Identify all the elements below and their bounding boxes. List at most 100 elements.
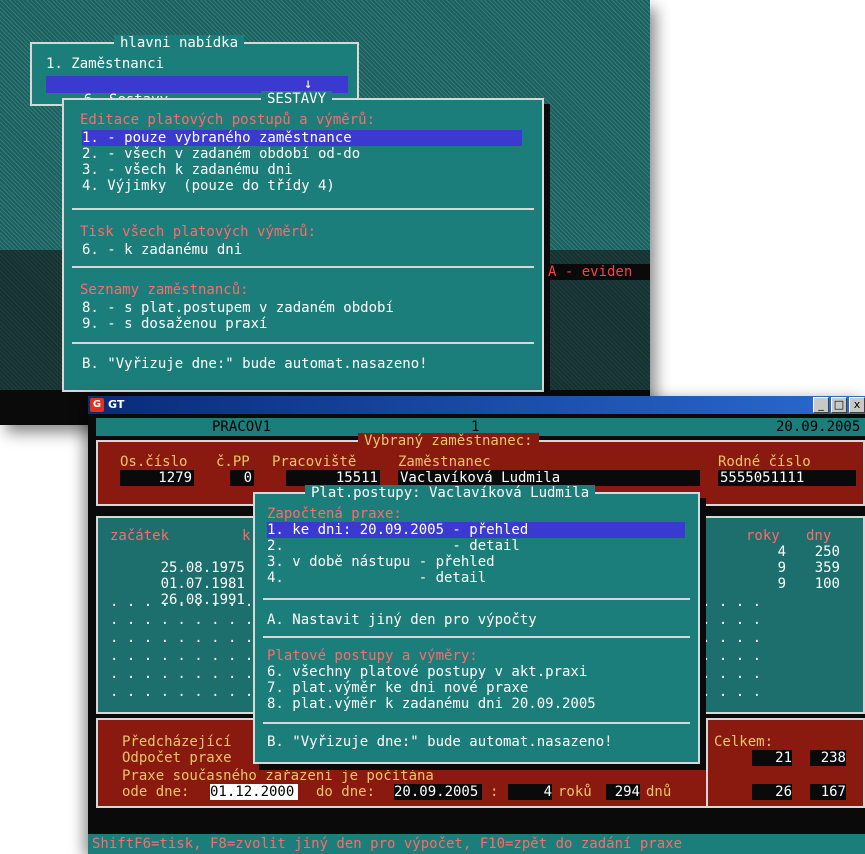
plat-postupy-popup: Plat.postupy: Vaclavíková Ludmila Započt… bbox=[253, 485, 700, 764]
label-ode-dne: ode dne: bbox=[122, 784, 190, 800]
window-controls: _ □ x bbox=[813, 397, 865, 413]
divider bbox=[706, 720, 708, 806]
row-dny: 359 bbox=[814, 560, 840, 576]
back-terminal-window: hlavni nabídka 1. Zaměstnanci 6. Sestavy… bbox=[0, 0, 650, 425]
popup-item-b[interactable]: B. "Vyřizuje dne:" bude automat.nasazeno… bbox=[267, 734, 613, 750]
popup-section-platove: Platové postupy a výměry: bbox=[267, 648, 478, 664]
menu-item-zamestnanci[interactable]: 1. Zaměstnanci bbox=[46, 56, 164, 72]
window-title: GT bbox=[108, 398, 125, 411]
col-header-dny: dny bbox=[806, 528, 832, 544]
app-logo-icon: G bbox=[90, 398, 104, 412]
empty-row-dots: . . . . . . . . . bbox=[110, 594, 254, 610]
field-dny[interactable]: 294 bbox=[606, 784, 640, 800]
sestavy-item-4[interactable]: 4. Výjimky (pouze do třídy 4) bbox=[82, 178, 335, 194]
sestavy-item-b[interactable]: B. "Vyřizuje dne:" bude automat.nasazeno… bbox=[82, 356, 428, 372]
sestavy-menu: SESTAVY Editace platových postupů a výmě… bbox=[62, 91, 544, 392]
empty-row-dots: . . . . . . . . . bbox=[110, 630, 254, 646]
empty-row-dots: . . . . . . . . . bbox=[110, 612, 254, 628]
minimize-button[interactable]: _ bbox=[813, 397, 829, 413]
col-header-k: k bbox=[242, 528, 251, 544]
section-heading-tisk: Tisk všech platových výměrů: bbox=[80, 224, 317, 240]
popup-item-3[interactable]: 3. v době nástupu - přehled bbox=[267, 554, 495, 570]
section-heading-seznamy: Seznamy zaměstnanců: bbox=[80, 282, 249, 298]
label-predchazejici: Předcházející bbox=[122, 734, 232, 750]
field-rodne-cislo[interactable]: 5555051111 bbox=[718, 470, 856, 486]
empty-row-dots: . . . . bbox=[702, 612, 762, 628]
label-odpocet: Odpočet praxe bbox=[122, 750, 232, 766]
divider bbox=[72, 208, 534, 210]
popup-section-zapoctena: Započtená praxe: bbox=[267, 506, 402, 522]
divider bbox=[263, 722, 690, 724]
field-zamestnanec[interactable]: Vaclavíková Ludmila bbox=[398, 470, 700, 486]
label-do-dne: do dne: bbox=[316, 784, 376, 800]
label-rodne-cislo: Rodné číslo bbox=[718, 454, 811, 470]
separator-colon: : bbox=[490, 784, 499, 800]
popup-title: Plat.postupy: Vaclavíková Ludmila bbox=[305, 485, 596, 501]
section-heading-editace: Editace platových postupů a výměrů: bbox=[80, 112, 376, 128]
gt-window: G GT _ □ x PRACOV1 1 20.09.2005 Vybraný … bbox=[88, 396, 865, 854]
sestavy-title: SESTAVY bbox=[261, 91, 333, 107]
col-header-zacatek: začátek bbox=[110, 528, 170, 544]
label-cislo-pp: č.PP bbox=[216, 454, 250, 470]
close-button[interactable]: x bbox=[849, 397, 865, 413]
divider bbox=[72, 342, 534, 344]
divider bbox=[263, 598, 690, 600]
sestavy-item-8[interactable]: 8. - s plat.postupem v zadaném období bbox=[82, 300, 394, 316]
side-label-evidence: A - eviden bbox=[548, 264, 650, 280]
label-praxe-soucasneho: Praxe současného zařazení je počítána bbox=[122, 768, 434, 784]
empty-row-dots: . . . . . . . . . bbox=[110, 666, 254, 682]
field-cislo-pp[interactable]: 0 bbox=[230, 470, 254, 486]
popup-item-8[interactable]: 8. plat.výměr k zadanému dni 20.09.2005 bbox=[267, 696, 596, 712]
popup-item-6[interactable]: 6. všechny platové postupy v akt.praxi bbox=[267, 664, 587, 680]
divider bbox=[263, 636, 690, 638]
row-dny: 100 bbox=[814, 576, 840, 592]
window-titlebar[interactable]: G GT _ □ x bbox=[88, 396, 865, 414]
col-header-roky: roky bbox=[746, 528, 780, 544]
sestavy-item-2[interactable]: 2. - všech v zadaném období od-do bbox=[82, 146, 360, 162]
row-roky: 4 bbox=[777, 544, 786, 560]
empty-row-dots: . . . . . . . . . bbox=[110, 684, 254, 700]
label-dnu: dnů bbox=[646, 784, 672, 800]
arrow-down-icon: ↓ bbox=[304, 76, 313, 92]
label-zamestnanec: Zaměstnanec bbox=[398, 454, 491, 470]
total-roky-1: 21 bbox=[752, 750, 792, 766]
popup-item-7[interactable]: 7. plat.výměr ke dni nové praxe bbox=[267, 680, 528, 696]
status-hotkeys: ShiftF6=tisk, F8=zvolit jiný den pro výp… bbox=[92, 836, 683, 852]
current-date: 20.09.2005 bbox=[776, 419, 861, 435]
sestavy-item-6[interactable]: 6. - k zadanému dni bbox=[82, 242, 242, 258]
field-do-dne[interactable]: 20.09.2005 bbox=[394, 784, 482, 800]
row-dny: 250 bbox=[814, 544, 840, 560]
row-roky: 9 bbox=[777, 560, 786, 576]
total-dny-2: 167 bbox=[810, 784, 846, 800]
field-roky[interactable]: 4 bbox=[508, 784, 552, 800]
employee-panel-title: Vybraný zaměstnanec: bbox=[358, 433, 539, 449]
maximize-button[interactable]: □ bbox=[831, 397, 847, 413]
label-celkem: Celkem: bbox=[714, 734, 774, 750]
row-roky: 9 bbox=[777, 576, 786, 592]
empty-row-dots: . . . . bbox=[702, 684, 762, 700]
sestavy-item-9[interactable]: 9. - s dosaženou praxí bbox=[82, 316, 267, 332]
sestavy-item-3[interactable]: 3. - všech k zadanému dni bbox=[82, 162, 293, 178]
status-bar: ShiftF6=tisk, F8=zvolit jiný den pro výp… bbox=[88, 834, 865, 854]
label-roku: roků bbox=[558, 784, 592, 800]
popup-item-2[interactable]: 2. - detail bbox=[267, 538, 520, 554]
sestavy-item-1[interactable]: 1. - pouze vybraného zaměstnance bbox=[82, 130, 522, 146]
field-ode-dne[interactable]: 01.12.2000 bbox=[210, 784, 298, 800]
empty-row-dots: . . . . . . . . . bbox=[110, 648, 254, 664]
workstation-name: PRACOV1 bbox=[212, 419, 272, 435]
popup-item-1[interactable]: 1. ke dni: 20.09.2005 - přehled bbox=[267, 522, 685, 538]
empty-row-dots: . . . . bbox=[702, 630, 762, 646]
popup-item-4[interactable]: 4. - detail bbox=[267, 570, 486, 586]
field-os-cislo[interactable]: 1279 bbox=[120, 470, 194, 486]
field-pracoviste[interactable]: 15511 bbox=[286, 470, 380, 486]
empty-row-dots: . . . . bbox=[702, 666, 762, 682]
empty-row-dots: . . . . bbox=[702, 594, 762, 610]
divider bbox=[72, 266, 534, 268]
label-os-cislo: Os.číslo bbox=[120, 454, 188, 470]
total-roky-2: 26 bbox=[752, 784, 792, 800]
empty-row-dots: . . . . bbox=[702, 648, 762, 664]
main-menu-title: hlavni nabídka bbox=[114, 35, 245, 51]
popup-item-a[interactable]: A. Nastavit jiný den pro výpočty bbox=[267, 612, 537, 628]
label-pracoviste: Pracoviště bbox=[272, 454, 357, 470]
total-dny-1: 238 bbox=[810, 750, 846, 766]
